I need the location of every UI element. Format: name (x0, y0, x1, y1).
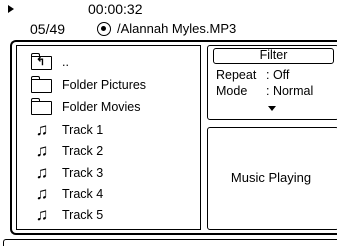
music-note-icon: ♫ (35, 205, 49, 224)
current-file: /Alannah Myles.MP3 (117, 21, 237, 36)
filter-title[interactable]: Filter (213, 48, 334, 64)
list-item-label: Track 3 (62, 166, 104, 180)
list-item-track-4[interactable]: ♫ Track 4 (31, 184, 104, 204)
folder-icon (31, 98, 53, 116)
mode-label: Mode (216, 84, 248, 98)
music-note-icon: ♫ (35, 141, 49, 160)
list-item-folder-pictures[interactable]: Folder Pictures (31, 75, 146, 95)
disc-icon (97, 22, 111, 36)
status-bar: 00:00:32 05/49 /Alannah Myles.MP3 (0, 0, 337, 42)
list-item-track-5[interactable]: ♫ Track 5 (31, 205, 104, 225)
track-counter: 05/49 (30, 21, 66, 37)
scroll-down-icon[interactable] (268, 106, 276, 111)
mode-value: : Normal (266, 84, 314, 98)
list-item-label: Track 5 (62, 208, 104, 222)
list-item-label: .. (62, 55, 69, 69)
repeat-setting[interactable]: Repeat : Off (216, 68, 289, 82)
bottom-bar (3, 239, 337, 246)
list-item-track-1[interactable]: ♫ Track 1 (31, 120, 104, 140)
folder-up-icon: ↰ (31, 53, 53, 71)
repeat-label: Repeat (216, 68, 257, 82)
list-item-track-2[interactable]: ♫ Track 2 (31, 141, 104, 161)
list-item-track-3[interactable]: ♫ Track 3 (31, 163, 104, 183)
music-note-icon: ♫ (35, 184, 49, 203)
play-icon (8, 5, 14, 13)
music-note-icon: ♫ (35, 120, 49, 139)
list-item-folder-movies[interactable]: Folder Movies (31, 97, 141, 117)
filter-panel: Filter Repeat : Off Mode : Normal (207, 45, 337, 120)
folder-icon (31, 76, 53, 94)
list-item-label: Track 2 (62, 144, 104, 158)
mode-setting[interactable]: Mode : Normal (216, 84, 313, 98)
music-note-icon: ♫ (35, 163, 49, 182)
music-playing-label: Music Playing (230, 170, 312, 185)
file-browser-list: ↰ .. Folder Pictures Folder Movies ♫ Tra… (16, 45, 201, 230)
list-item-label: Folder Movies (62, 100, 141, 114)
list-item-parent-folder[interactable]: ↰ .. (31, 52, 69, 72)
info-panel: Music Playing (207, 127, 337, 230)
playback-time: 00:00:32 (88, 1, 143, 17)
list-item-label: Folder Pictures (62, 78, 147, 92)
list-item-label: Track 4 (62, 187, 104, 201)
repeat-value: : Off (266, 68, 290, 82)
list-item-label: Track 1 (62, 123, 104, 137)
